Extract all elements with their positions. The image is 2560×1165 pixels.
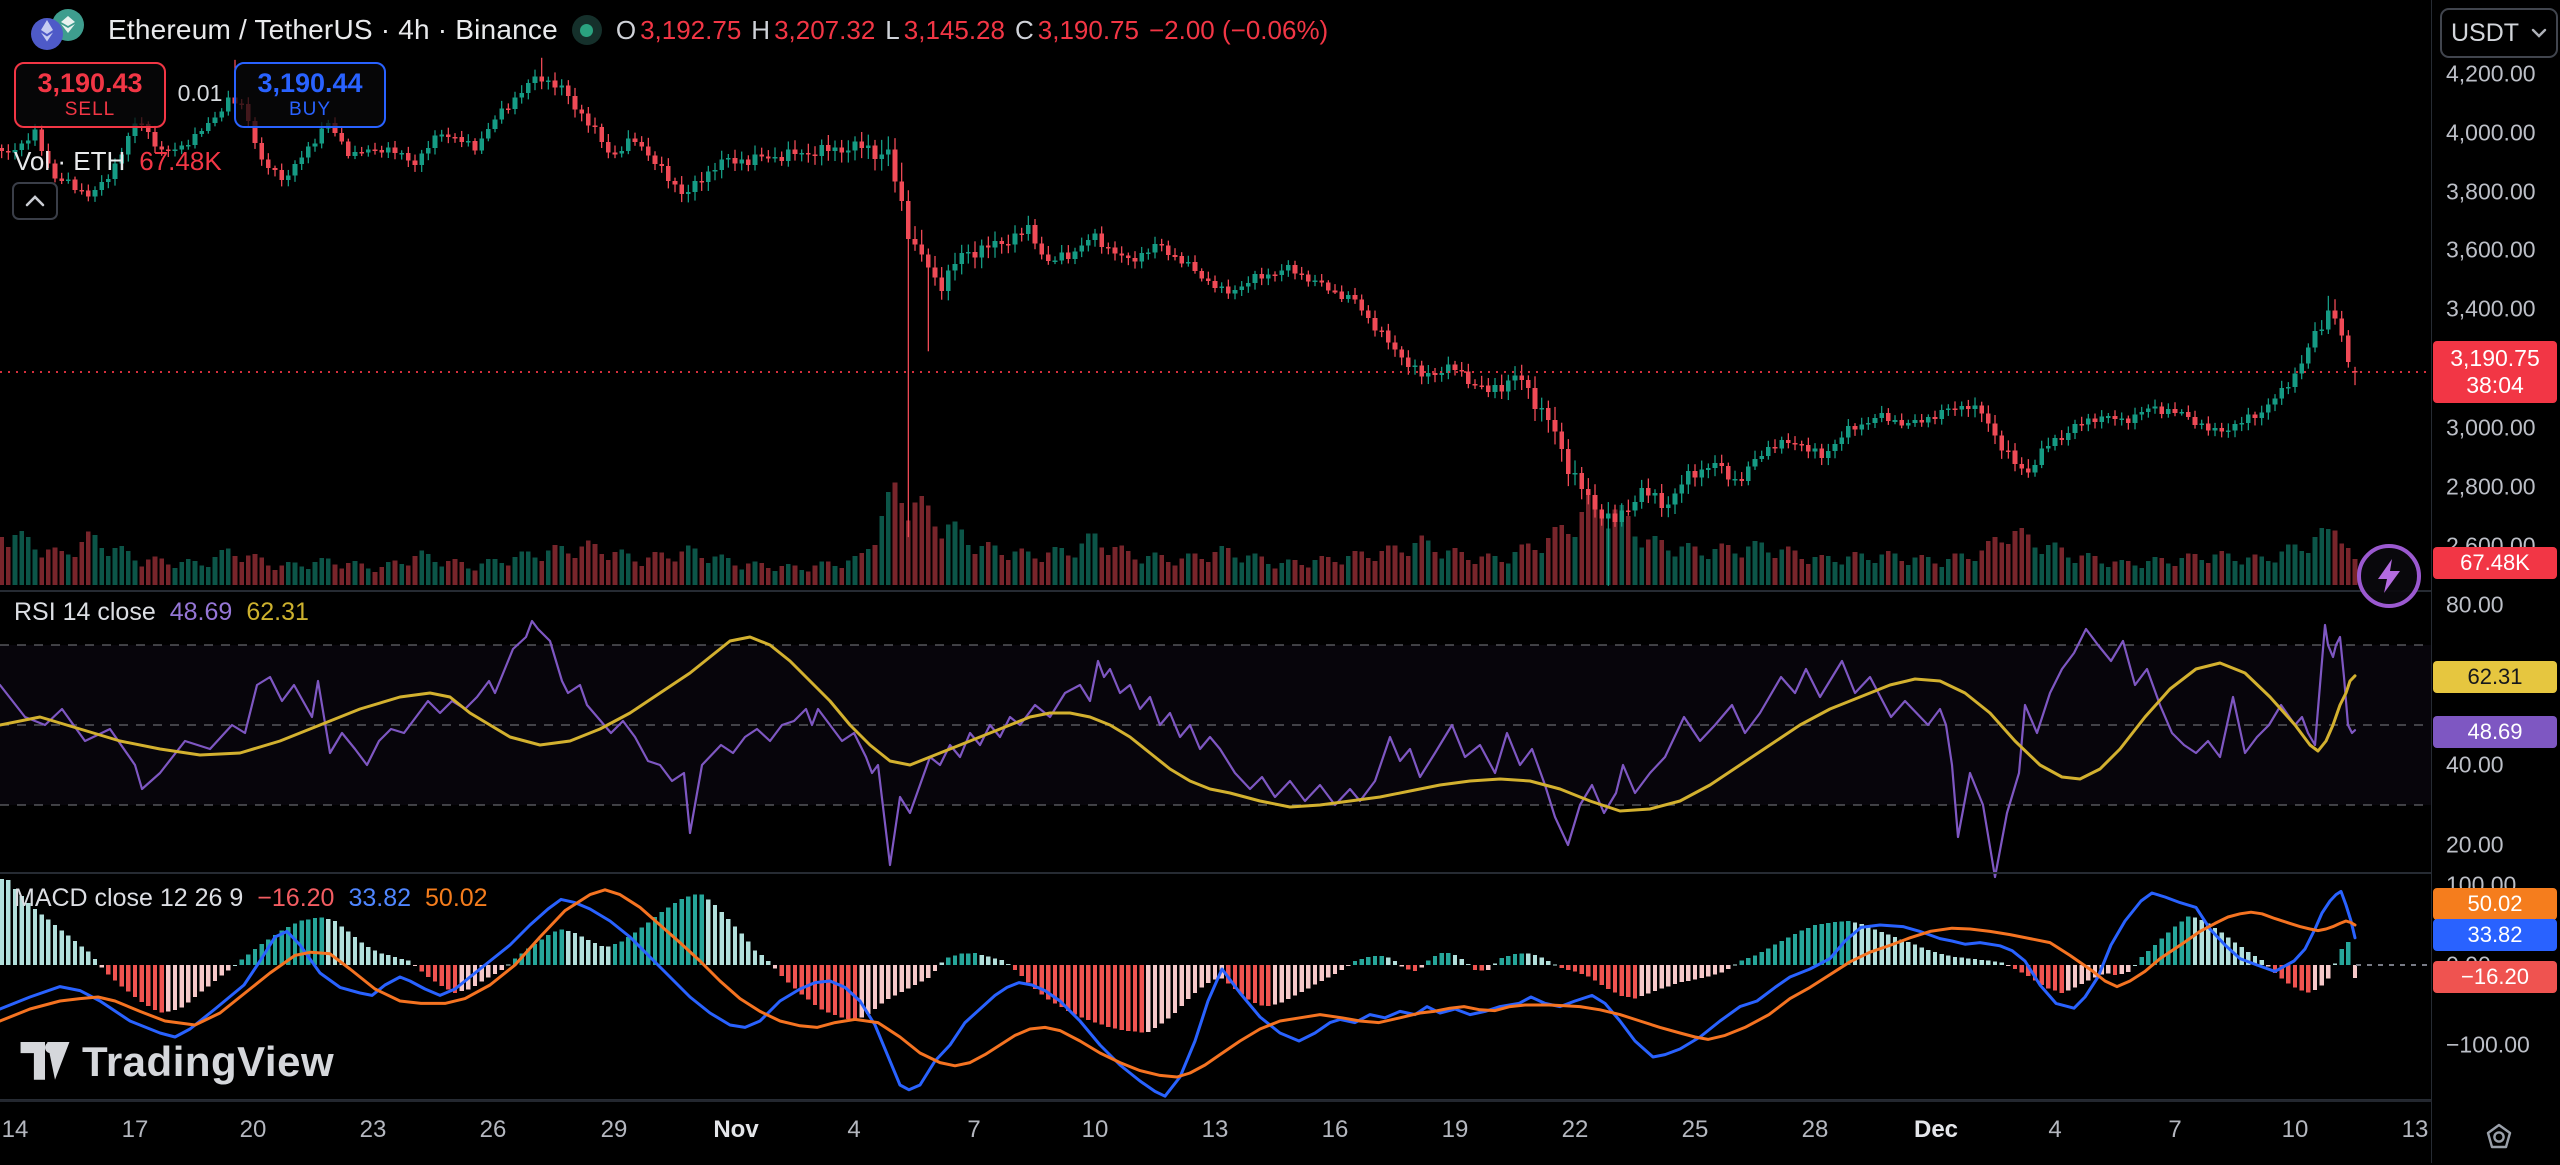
price-axis-label: 3,600.00 [2446, 237, 2536, 264]
price-axis-label: 4,000.00 [2446, 120, 2536, 147]
rsi-title: RSI 14 close [14, 598, 156, 627]
price-axis-label: 40.00 [2446, 752, 2504, 779]
time-axis[interactable]: 14 17 20 23 26 29 Nov 4 7 10 13 16 19 22 25 28 Dec 4 7 10 13 [0, 1100, 2432, 1165]
price-axis-label: 2,800.00 [2446, 474, 2536, 501]
rsi-ma-badge: 62.31 [2433, 661, 2557, 693]
volume-badge: 67.48K [2433, 547, 2557, 579]
time-axis-label: 10 [2282, 1116, 2309, 1144]
tradingview-logo[interactable]: TradingView [20, 1038, 334, 1086]
current-price-badge: 3,190.7538:04 [2433, 341, 2557, 403]
macd-hist-value: −16.20 [257, 884, 334, 913]
macd-hist-badge: −16.20 [2433, 961, 2557, 993]
macd-signal-badge: 50.02 [2433, 888, 2557, 920]
settings-gear-icon[interactable] [2482, 1120, 2516, 1154]
time-axis-label: 20 [240, 1116, 267, 1144]
currency-dropdown[interactable]: USDT [2440, 8, 2558, 58]
rsi-value-badge: 48.69 [2433, 716, 2557, 748]
time-axis-label: 23 [360, 1116, 387, 1144]
time-axis-label: 16 [1322, 1116, 1349, 1144]
time-axis-label: 7 [967, 1116, 980, 1144]
chevron-up-icon [25, 195, 45, 207]
tradingview-chart-app: { "header": { "symbol_title": "Ethereum … [0, 0, 2560, 1163]
time-axis-label: 14 [2, 1116, 29, 1144]
chart-canvas[interactable] [0, 0, 2560, 1163]
time-axis-label: 17 [122, 1116, 149, 1144]
price-axis-label: 20.00 [2446, 832, 2504, 859]
price-axis-label: 3,400.00 [2446, 296, 2536, 323]
macd-line-badge: 33.82 [2433, 919, 2557, 951]
tradingview-mark-icon [20, 1042, 70, 1082]
time-axis-label: Nov [713, 1116, 758, 1144]
ohlc-values: O3,192.75 H3,207.32 L3,145.28 C3,190.75 … [616, 15, 1328, 46]
time-axis-label: 4 [2048, 1116, 2061, 1144]
macd-title: MACD close 12 26 9 [14, 884, 243, 913]
countdown-timer: 38:04 [2433, 372, 2557, 399]
tradingview-logo-text: TradingView [82, 1038, 334, 1086]
volume-value: 67.48K [139, 146, 221, 177]
time-axis-label: 22 [1562, 1116, 1589, 1144]
time-axis-label: 28 [1802, 1116, 1829, 1144]
symbol-title[interactable]: Ethereum / TetherUS · 4h · Binance [108, 14, 558, 46]
time-axis-label: 13 [2402, 1116, 2429, 1144]
time-axis-label: 25 [1682, 1116, 1709, 1144]
time-axis-label: 10 [1082, 1116, 1109, 1144]
price-axis-label: 3,000.00 [2446, 415, 2536, 442]
price-change: −2.00 (−0.06%) [1149, 15, 1328, 46]
macd-signal-value: 50.02 [425, 884, 488, 913]
chevron-down-icon [2531, 28, 2547, 38]
rsi-value: 48.69 [170, 598, 233, 627]
macd-line-value: 33.82 [348, 884, 411, 913]
time-axis-label: 29 [601, 1116, 628, 1144]
rsi-legend[interactable]: RSI 14 close 48.69 62.31 [14, 598, 309, 627]
price-axis-label: 4,200.00 [2446, 61, 2536, 88]
volume-legend: Vol · ETH 67.48K [14, 146, 222, 177]
time-axis-label: 13 [1202, 1116, 1229, 1144]
buy-button[interactable]: 3,190.44 BUY [234, 62, 386, 128]
macd-legend[interactable]: MACD close 12 26 9 −16.20 33.82 50.02 [14, 884, 488, 913]
price-axis-label: −100.00 [2446, 1032, 2530, 1059]
sell-button[interactable]: 3,190.43 SELL [14, 62, 166, 128]
spread-value: 0.01 [170, 80, 230, 108]
symbol-header: Ethereum / TetherUS · 4h · Binance O3,19… [30, 8, 1328, 52]
price-axis-label: 80.00 [2446, 592, 2504, 619]
instant-trading-button[interactable] [2357, 544, 2421, 608]
time-axis-label: 26 [480, 1116, 507, 1144]
market-status-icon[interactable] [572, 15, 602, 45]
collapse-panel-button[interactable] [12, 182, 58, 220]
rsi-ma-value: 62.31 [246, 598, 309, 627]
time-axis-label: 4 [847, 1116, 860, 1144]
lightning-bolt-icon [2374, 557, 2404, 595]
time-axis-label: 19 [1442, 1116, 1469, 1144]
time-axis-label: Dec [1914, 1116, 1958, 1144]
time-axis-label: 7 [2168, 1116, 2181, 1144]
price-axis-label: 3,800.00 [2446, 179, 2536, 206]
ethereum-logo-icon [30, 8, 94, 52]
